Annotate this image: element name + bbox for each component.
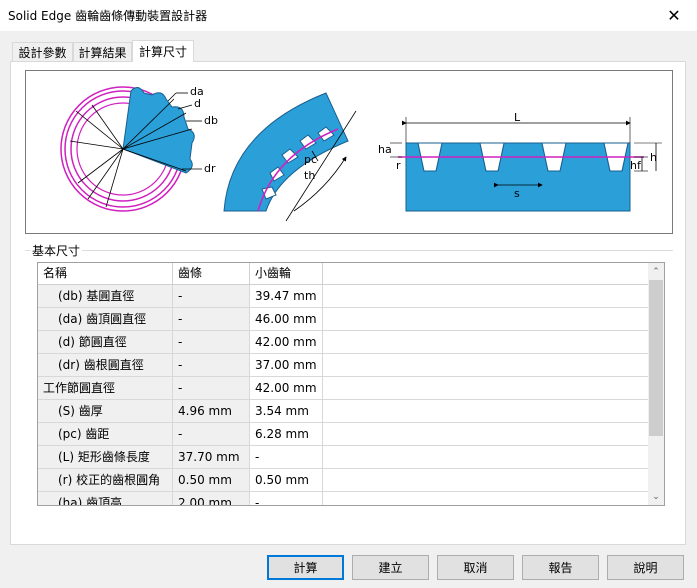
- cell-pinion: 0.50 mm: [250, 469, 323, 491]
- label-th: th: [304, 169, 315, 182]
- cell-filler: [323, 423, 650, 445]
- cell-rack: 4.96 mm: [173, 400, 250, 422]
- cell-rack: -: [173, 423, 250, 445]
- dimension-diagram-svg: da d db dr pc th L ha r s hf h: [60, 85, 662, 222]
- label-db: db: [204, 114, 218, 127]
- cell-filler: [323, 354, 650, 376]
- table-row[interactable]: 工作節圓直徑 - 42.00 mm: [38, 377, 650, 400]
- cell-name: 工作節圓直徑: [38, 377, 173, 399]
- help-button[interactable]: 說明: [607, 555, 684, 580]
- column-header-filler: [323, 263, 650, 285]
- cell-pinion: -: [250, 446, 323, 468]
- cell-name: (L) 矩形齒條長度: [38, 446, 173, 468]
- gear-diagram: da d db dr: [60, 85, 218, 212]
- grid-header: 名稱 齒條 小齒輪: [38, 263, 650, 285]
- group-divider: [25, 250, 673, 251]
- label-pc: pc: [304, 153, 317, 166]
- arc-diagram: pc th: [223, 92, 357, 222]
- tab-calculated-dimensions[interactable]: 計算尺寸: [132, 40, 194, 62]
- cancel-button[interactable]: 取消: [437, 555, 514, 580]
- cell-filler: [323, 308, 650, 330]
- grid-vertical-scrollbar[interactable]: ⌃ ⌄: [648, 263, 664, 505]
- cell-name: (r) 校正的齒根圓角: [38, 469, 173, 491]
- cell-pinion: 42.00 mm: [250, 331, 323, 353]
- dimension-diagram: da d db dr pc th L ha r s hf h: [25, 70, 673, 234]
- cell-name: (ha) 齒頂高: [38, 492, 173, 505]
- cell-rack: 0.50 mm: [173, 469, 250, 491]
- cell-pinion: 3.54 mm: [250, 400, 323, 422]
- cell-filler: [323, 377, 650, 399]
- label-s: s: [514, 187, 520, 200]
- table-row[interactable]: (dr) 齒根圓直徑 - 37.00 mm: [38, 354, 650, 377]
- label-hf: hf: [630, 159, 642, 172]
- cell-rack: -: [173, 377, 250, 399]
- group-basic-dimensions-label: 基本尺寸: [30, 242, 83, 259]
- column-header-rack[interactable]: 齒條: [173, 263, 250, 285]
- cell-pinion: 39.47 mm: [250, 285, 323, 307]
- label-L: L: [514, 111, 521, 124]
- cell-name: (da) 齒頂圓直徑: [38, 308, 173, 330]
- label-dr: dr: [204, 162, 216, 175]
- table-row[interactable]: (da) 齒頂圓直徑 - 46.00 mm: [38, 308, 650, 331]
- column-header-name[interactable]: 名稱: [38, 263, 173, 285]
- cell-rack: -: [173, 285, 250, 307]
- table-row[interactable]: (db) 基圓直徑 - 39.47 mm: [38, 285, 650, 308]
- window-title: Solid Edge 齒輪齒條傳動裝置設計器: [8, 9, 208, 23]
- report-button[interactable]: 報告: [522, 555, 599, 580]
- label-ha: ha: [378, 143, 392, 156]
- tab-design-parameters[interactable]: 設計參數: [12, 42, 73, 61]
- title-bar: Solid Edge 齒輪齒條傳動裝置設計器 ✕: [0, 0, 697, 31]
- cell-name: (db) 基圓直徑: [38, 285, 173, 307]
- cell-rack: 37.70 mm: [173, 446, 250, 468]
- cell-pinion: 46.00 mm: [250, 308, 323, 330]
- grid-rows: (db) 基圓直徑 - 39.47 mm (da) 齒頂圓直徑 - 46.00 …: [38, 285, 650, 505]
- cell-rack: 2.00 mm: [173, 492, 250, 505]
- cell-pinion: 37.00 mm: [250, 354, 323, 376]
- table-row[interactable]: (L) 矩形齒條長度 37.70 mm -: [38, 446, 650, 469]
- cell-filler: [323, 469, 650, 491]
- cell-pinion: 42.00 mm: [250, 377, 323, 399]
- cell-rack: -: [173, 354, 250, 376]
- cell-name: (d) 節圓直徑: [38, 331, 173, 353]
- create-button[interactable]: 建立: [352, 555, 429, 580]
- table-row[interactable]: (r) 校正的齒根圓角 0.50 mm 0.50 mm: [38, 469, 650, 492]
- table-row[interactable]: (pc) 齒距 - 6.28 mm: [38, 423, 650, 446]
- label-d: d: [194, 97, 201, 110]
- tab-panel: da d db dr pc th L ha r s hf h 基本尺寸 名稱 齒…: [10, 61, 686, 545]
- label-r: r: [396, 159, 401, 172]
- cell-name: (dr) 齒根圓直徑: [38, 354, 173, 376]
- cell-pinion: 6.28 mm: [250, 423, 323, 445]
- cell-pinion: -: [250, 492, 323, 505]
- scroll-up-icon[interactable]: ⌃: [648, 263, 664, 280]
- cell-rack: -: [173, 308, 250, 330]
- table-row[interactable]: (S) 齒厚 4.96 mm 3.54 mm: [38, 400, 650, 423]
- cell-filler: [323, 492, 650, 505]
- scrollbar-thumb[interactable]: [649, 280, 663, 436]
- table-row[interactable]: (d) 節圓直徑 - 42.00 mm: [38, 331, 650, 354]
- rack-diagram: L ha r s hf h: [378, 111, 662, 212]
- cell-filler: [323, 446, 650, 468]
- cell-filler: [323, 331, 650, 353]
- cell-rack: -: [173, 331, 250, 353]
- cell-filler: [323, 285, 650, 307]
- cell-name: (S) 齒厚: [38, 400, 173, 422]
- dimensions-grid[interactable]: 名稱 齒條 小齒輪 (db) 基圓直徑 - 39.47 mm (da) 齒頂圓直…: [37, 262, 665, 506]
- cell-filler: [323, 400, 650, 422]
- calculate-button[interactable]: 計算: [267, 555, 344, 580]
- column-header-pinion[interactable]: 小齒輪: [250, 263, 323, 285]
- table-row[interactable]: (ha) 齒頂高 2.00 mm -: [38, 492, 650, 505]
- label-h: h: [650, 151, 657, 164]
- cell-name: (pc) 齒距: [38, 423, 173, 445]
- tab-calculation-results[interactable]: 計算結果: [73, 42, 132, 61]
- close-icon[interactable]: ✕: [651, 0, 697, 31]
- scroll-down-icon[interactable]: ⌄: [648, 488, 664, 505]
